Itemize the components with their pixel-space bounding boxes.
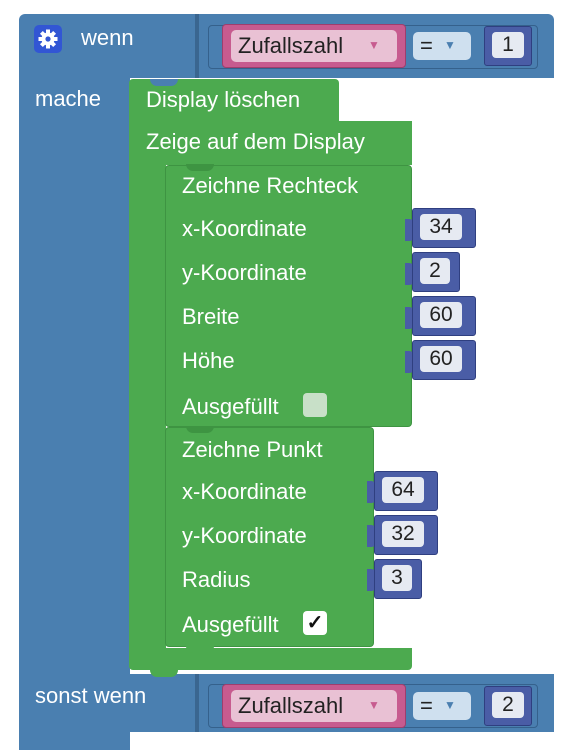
point-filled-checkbox[interactable]: ✓ [303,611,327,635]
do-keyword: mache [35,86,102,111]
number-value[interactable]: 2 [492,692,524,718]
number-value[interactable]: 1 [492,32,524,58]
point-filled-label: Ausgefüllt [182,612,279,637]
rect-filled-checkbox[interactable] [303,393,327,417]
rect-height-label: Höhe [182,348,235,373]
clear-display-label: Display löschen [146,87,301,112]
gear-icon[interactable] [34,25,62,53]
chevron-down-icon: ▼ [444,698,456,712]
point-radius-value[interactable]: 3 [382,565,412,591]
chevron-down-icon: ▼ [444,38,456,52]
rect-x-value[interactable]: 34 [420,214,462,240]
rect-width-label: Breite [182,304,240,329]
rect-y-value[interactable]: 2 [420,258,450,284]
point-x-label: x-Koordinate [182,479,307,504]
rect-y-label: y-Koordinate [182,260,307,285]
point-x-value[interactable]: 64 [382,477,424,503]
else-if-keyword: sonst wenn [35,683,147,708]
draw-point-title: Zeichne Punkt [182,437,323,462]
variable-name: Zufallszahl [238,693,344,718]
operator-label: = [420,33,433,58]
rect-height-value[interactable]: 60 [420,346,462,372]
variable-name: Zufallszahl [238,33,344,58]
draw-rectangle-block[interactable] [165,165,412,427]
checkmark-icon: ✓ [306,612,324,634]
point-y-value[interactable]: 32 [382,521,424,547]
point-radius-label: Radius [182,567,251,592]
chevron-down-icon: ▼ [368,38,380,52]
point-y-label: y-Koordinate [182,523,307,548]
operator-label: = [420,693,433,718]
chevron-down-icon: ▼ [368,698,380,712]
rect-filled-label: Ausgefüllt [182,394,279,419]
show-on-display-label: Zeige auf dem Display [146,129,365,154]
draw-rectangle-title: Zeichne Rechteck [182,173,359,198]
if-keyword: wenn [81,25,134,50]
rect-width-value[interactable]: 60 [420,302,462,328]
rect-x-label: x-Koordinate [182,216,307,241]
